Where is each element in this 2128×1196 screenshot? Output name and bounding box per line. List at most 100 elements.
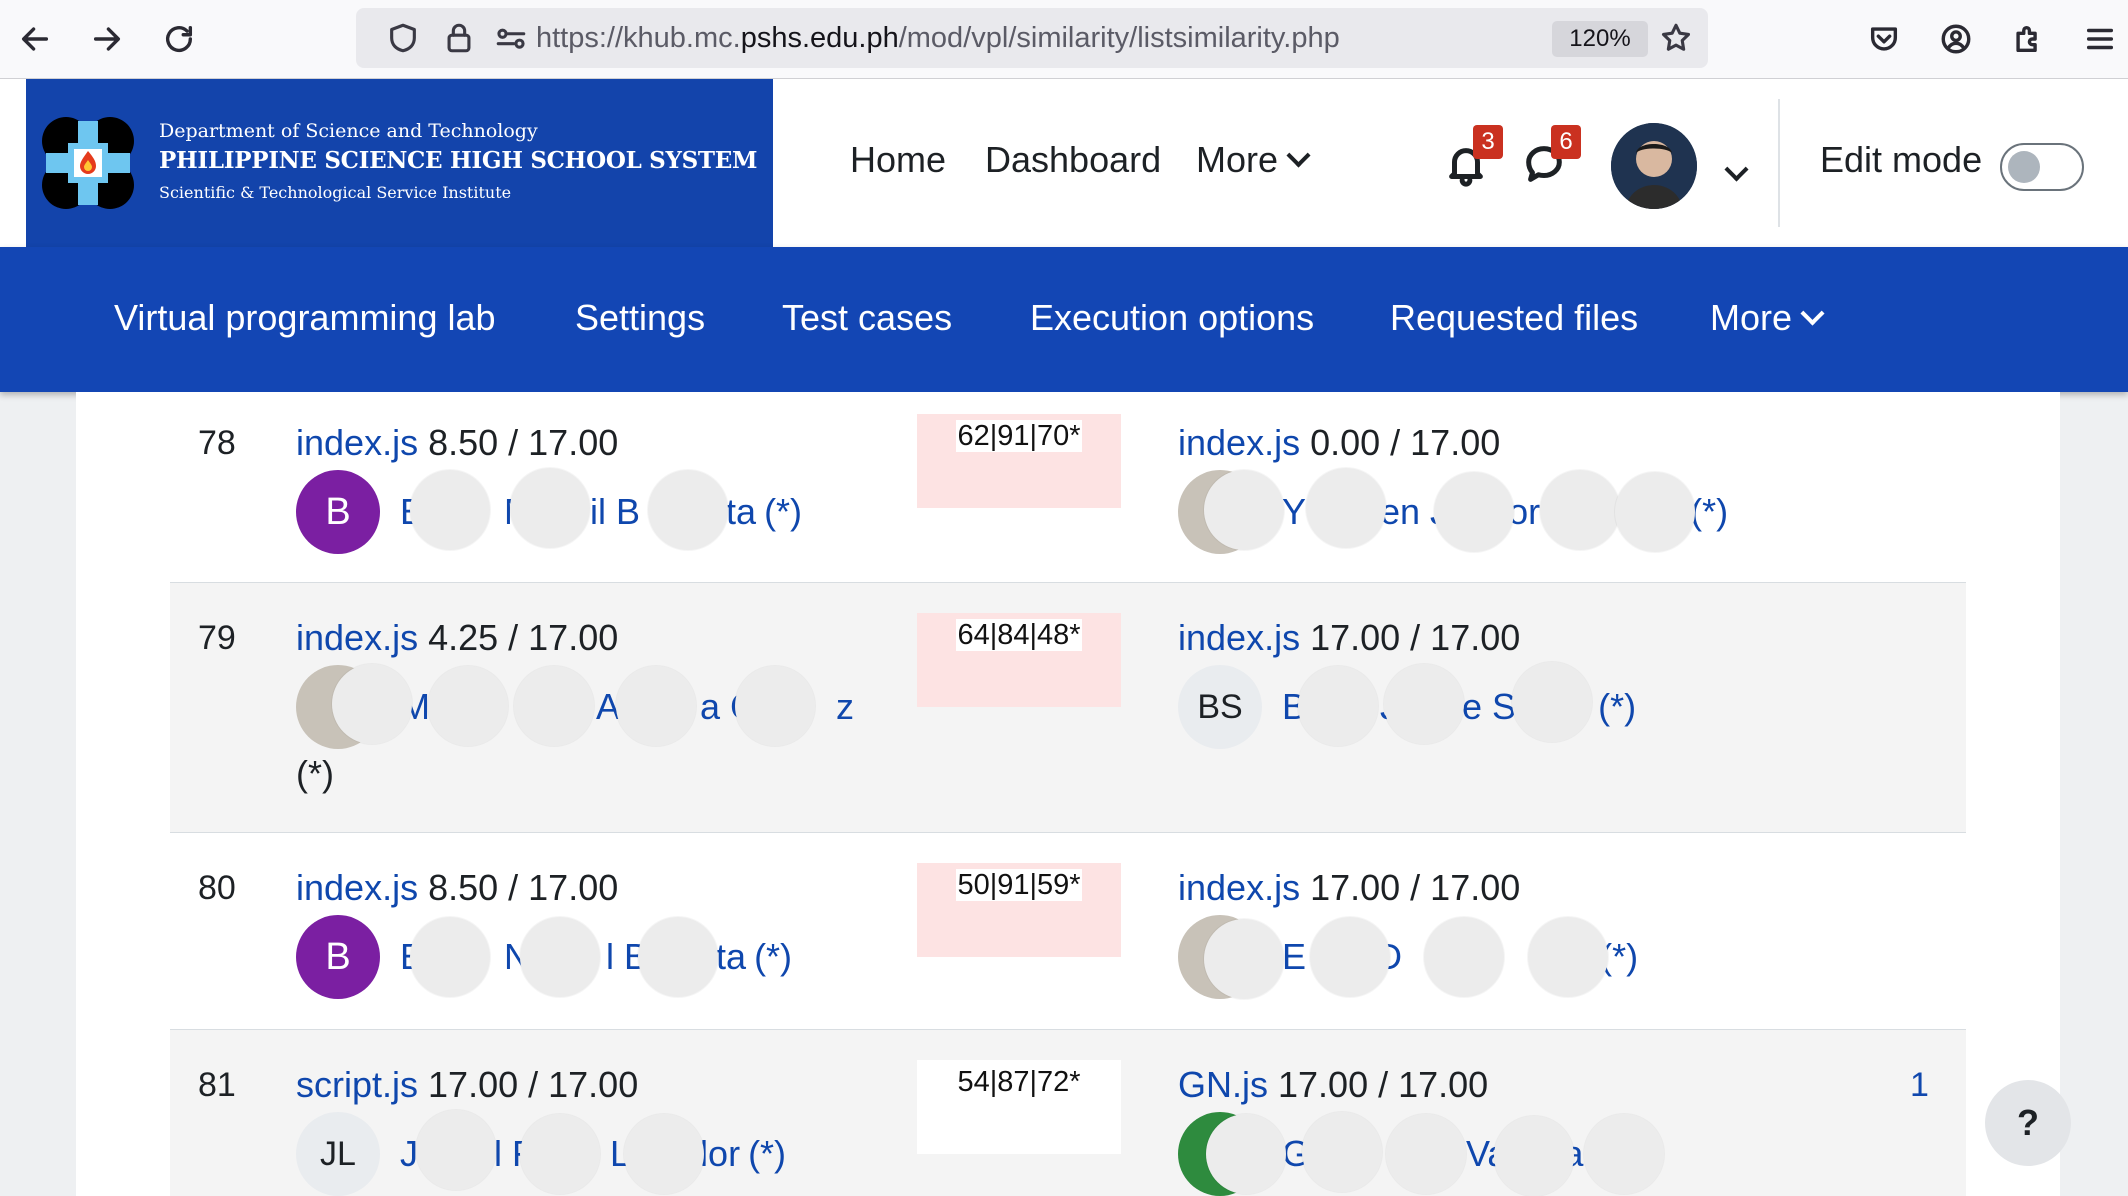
redaction: [1540, 470, 1620, 550]
site-navbar: Department of Science and Technology PHI…: [0, 79, 2128, 247]
row-extra-link[interactable]: 1: [1910, 1066, 1929, 1105]
name-fragment: Y: [1282, 491, 1307, 532]
redaction: [624, 1114, 704, 1194]
menu-icon[interactable]: [2079, 18, 2121, 60]
file-link[interactable]: index.js: [1178, 422, 1300, 463]
notifications-button[interactable]: 3: [1443, 125, 1503, 189]
redaction: [1310, 917, 1390, 997]
edit-mode-toggle[interactable]: [2000, 143, 2084, 191]
lock-icon[interactable]: [442, 21, 476, 55]
similarity-score[interactable]: 62|91|70*: [917, 414, 1121, 508]
address-bar[interactable]: https://khub.mc.pshs.edu.ph/mod/vpl/simi…: [356, 8, 1708, 68]
file-link[interactable]: index.js: [296, 867, 418, 908]
shield-icon[interactable]: [386, 21, 420, 55]
name-fragment: E: [1282, 936, 1307, 977]
name-fragment: il B: [590, 491, 641, 532]
browser-toolbar: https://khub.mc.pshs.edu.ph/mod/vpl/simi…: [0, 0, 2128, 79]
file-link[interactable]: index.js: [1178, 617, 1300, 658]
redaction: [514, 666, 594, 746]
site-logo[interactable]: Department of Science and Technology PHI…: [26, 79, 773, 247]
file-grade: 17.00 / 17.00: [1278, 1064, 1489, 1105]
name-fragment: (*): [748, 1133, 787, 1174]
edit-mode-label: Edit mode: [1820, 139, 1983, 180]
logo-line-1: Department of Science and Technology: [159, 120, 538, 142]
file-link[interactable]: script.js: [296, 1064, 418, 1105]
bookmark-star-icon[interactable]: [1659, 21, 1693, 55]
redaction: [1206, 1114, 1286, 1194]
redaction: [638, 917, 718, 997]
reload-icon[interactable]: [158, 18, 200, 60]
tab-more-label: More: [1710, 297, 1793, 338]
nav-home[interactable]: Home: [850, 139, 946, 181]
messages-button[interactable]: 6: [1521, 125, 1581, 189]
tab-more[interactable]: More: [1710, 297, 1825, 339]
forward-arrow-icon[interactable]: [86, 18, 128, 60]
user-menu-chevron-icon[interactable]: [1724, 157, 1749, 182]
redaction: [1615, 472, 1695, 552]
avatar: JL: [296, 1112, 380, 1196]
file-link[interactable]: GN.js: [1178, 1064, 1268, 1105]
similarity-score[interactable]: 64|84|48*: [917, 613, 1121, 707]
redaction: [1306, 468, 1386, 548]
site-permissions-icon[interactable]: [494, 21, 528, 55]
redaction: [1302, 1112, 1382, 1192]
tab-virtual-programming-lab[interactable]: Virtual programming lab: [114, 297, 496, 339]
back-arrow-icon[interactable]: [14, 18, 56, 60]
name-fragment: z: [836, 686, 855, 727]
similarity-value: 50|91|59*: [956, 869, 1082, 901]
account-icon[interactable]: [1935, 18, 1977, 60]
redaction: [428, 666, 508, 746]
redaction: [510, 468, 590, 548]
similarity-score[interactable]: 50|91|59*: [917, 863, 1121, 957]
name-suffix[interactable]: (*): [296, 753, 334, 795]
row-number: 78: [198, 424, 236, 462]
redaction: [410, 470, 490, 550]
file-link[interactable]: index.js: [296, 617, 418, 658]
url-text[interactable]: https://khub.mc.pshs.edu.ph/mod/vpl/simi…: [536, 22, 1340, 55]
name-fragment: (*): [754, 936, 793, 977]
tab-execution-options[interactable]: Execution options: [1030, 297, 1314, 339]
redaction: [616, 666, 696, 746]
pocket-icon[interactable]: [1863, 18, 1905, 60]
redaction: [1204, 470, 1284, 550]
file-grade: 17.00 / 17.00: [1310, 867, 1521, 908]
user-menu-avatar[interactable]: [1611, 123, 1697, 209]
redaction: [1298, 666, 1378, 746]
redaction: [410, 917, 490, 997]
tab-settings[interactable]: Settings: [575, 297, 705, 339]
tab-requested-files[interactable]: Requested files: [1390, 297, 1638, 339]
avatar: B: [296, 915, 380, 999]
file-link[interactable]: index.js: [1178, 867, 1300, 908]
right-file: index.js 17.00 / 17.00: [1178, 617, 1520, 659]
messages-count-badge: 6: [1551, 125, 1581, 159]
redaction: [1204, 919, 1284, 999]
redaction: [1584, 1114, 1664, 1194]
tab-test-cases[interactable]: Test cases: [782, 297, 952, 339]
chevron-down-icon: [1800, 301, 1825, 326]
pshs-logo-icon: [42, 117, 134, 209]
left-file: index.js 4.25 / 17.00: [296, 617, 618, 659]
navbar-divider: [1778, 99, 1780, 227]
file-grade: 17.00 / 17.00: [1310, 617, 1521, 658]
right-file: index.js 17.00 / 17.00: [1178, 867, 1520, 909]
file-link[interactable]: index.js: [296, 422, 418, 463]
help-button[interactable]: ?: [1985, 1080, 2071, 1166]
extensions-icon[interactable]: [2007, 18, 2049, 60]
right-file: index.js 0.00 / 17.00: [1178, 422, 1500, 464]
right-file: GN.js 17.00 / 17.00: [1178, 1064, 1488, 1106]
nav-dashboard[interactable]: Dashboard: [985, 139, 1161, 181]
redaction: [520, 917, 600, 997]
left-file: script.js 17.00 / 17.00: [296, 1064, 638, 1106]
name-fragment: lor: [700, 1133, 741, 1174]
name-fragment: (*): [1598, 686, 1637, 727]
redaction: [648, 470, 728, 550]
nav-more[interactable]: More: [1196, 139, 1311, 181]
logo-line-3: Scientific & Technological Service Insti…: [159, 183, 512, 202]
row-number: 80: [198, 869, 236, 907]
avatar: B: [296, 470, 380, 554]
secondary-navigation: Virtual programming lab Settings Test ca…: [0, 247, 2128, 392]
similarity-score[interactable]: 54|87|72*: [917, 1060, 1121, 1154]
zoom-level[interactable]: 120%: [1552, 21, 1648, 57]
redaction: [1494, 1116, 1574, 1196]
nav-more-label: More: [1196, 139, 1279, 180]
